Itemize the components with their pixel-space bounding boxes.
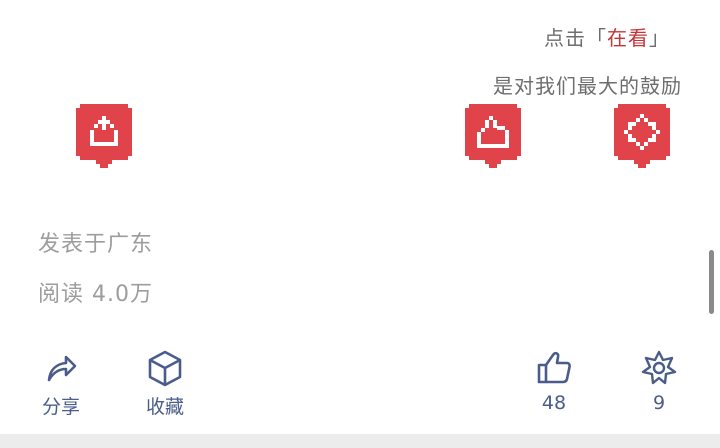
prompt-prefix: 点击「	[544, 26, 607, 50]
star-flower-icon	[641, 350, 677, 385]
cube-icon	[148, 350, 182, 387]
wow-button[interactable]: 9	[629, 348, 689, 414]
thumbs-up-icon	[537, 351, 571, 384]
like-count: 48	[541, 392, 567, 414]
favorite-button[interactable]: 收藏	[135, 348, 195, 419]
bottom-divider-strip	[0, 434, 720, 448]
prompt-suffix: 」	[649, 26, 670, 50]
read-count-value: 4.0万	[92, 282, 154, 307]
share-label: 分享	[41, 396, 80, 418]
share-arrow-icon	[47, 355, 77, 382]
encourage-prompt-line1: 点击「在看」	[544, 22, 670, 51]
like-pixel-badge-icon	[465, 104, 521, 168]
read-count-label: 阅读	[38, 282, 85, 307]
read-count: 阅读 4.0万	[38, 276, 153, 308]
wow-pixel-badge-icon	[614, 104, 670, 168]
like-button[interactable]: 48	[524, 348, 584, 414]
share-pixel-badge-icon	[76, 104, 132, 168]
encourage-prompt-line2: 是对我们最大的鼓励	[493, 74, 682, 98]
prompt-highlight: 在看	[607, 26, 649, 50]
favorite-label: 收藏	[145, 396, 184, 418]
publish-location: 发表于广东	[38, 232, 154, 257]
share-button[interactable]: 分享	[31, 348, 91, 419]
wow-count: 9	[652, 392, 666, 414]
scrollbar-thumb[interactable]	[709, 250, 714, 314]
